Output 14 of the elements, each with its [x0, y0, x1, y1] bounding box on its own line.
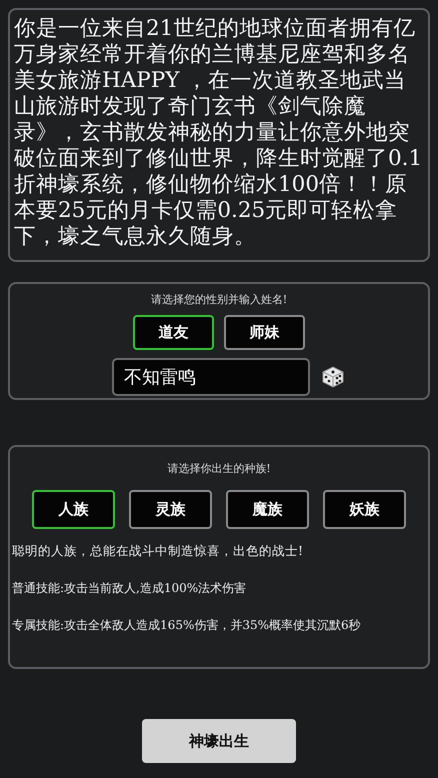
race-option[interactable]: 魔族	[226, 490, 309, 529]
race-option[interactable]: 灵族	[129, 490, 212, 529]
race-option[interactable]: 妖族	[323, 490, 406, 529]
name-field[interactable]: 不知雷鸣	[112, 358, 310, 396]
confirm-button[interactable]: 神壕出生	[142, 719, 296, 763]
gender-option[interactable]: 师妹	[224, 315, 305, 350]
skill-text: 普通技能:攻击当前敌人,造成100%法术伤害	[12, 580, 246, 597]
gender-prompt: 请选择您的性别并输入姓名!	[150, 292, 288, 307]
story-text: 你是一位来自21世纪的地球位面者拥有亿万身家经常开着你的兰博基尼座驾和多名美女旅游HAPPY ，在一次道教圣地武当山旅游时发现了奇门玄书《剑气除魔录》，玄书散发神秘的力量让你意外地突破位面来到了修仙世界，降生时觉醒了0.1折神壕系统，修仙物价缩水100倍！！原本要25元的月卡仅需0.25元即可轻松拿下，壕之气息永久随身。	[13, 15, 424, 250]
gender-option[interactable]: 道友	[133, 315, 214, 350]
race-option[interactable]: 人族	[32, 490, 115, 529]
race-description: 聪明的人族，总能在战斗中制造惊喜，出色的战士!	[12, 543, 304, 560]
race-prompt: 请选择你出生的种族!	[167, 461, 271, 476]
skill-text: 专属技能:攻击全体敌人造成165%伤害，并35%概率使其沉默6秒	[12, 617, 361, 634]
